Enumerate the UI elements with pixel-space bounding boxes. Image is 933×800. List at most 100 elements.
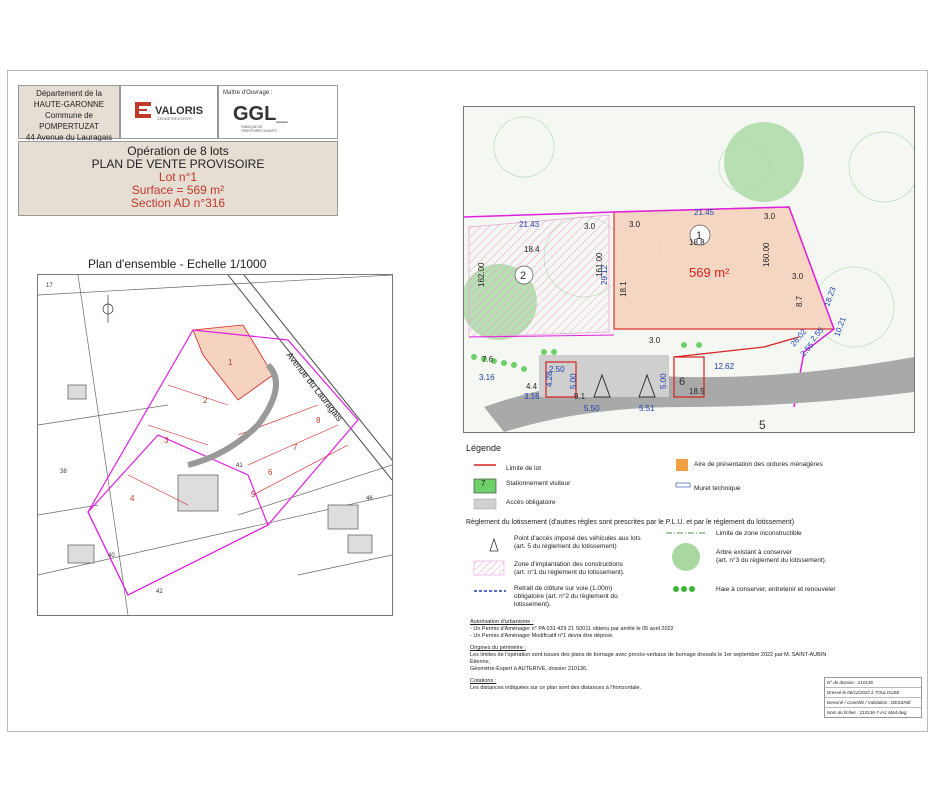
dim-9-1: 9.1 — [574, 392, 586, 401]
dim-10-21: 10.21 — [832, 315, 847, 337]
notes: Autorisation d'urbanisme : - Un Permis d… — [470, 619, 830, 692]
dim-8-7: 8.7 — [795, 295, 804, 307]
reglement-point-acces: Point d'accès imposé des véhicules aux l… — [514, 535, 641, 551]
urb-line-2: - Un Permis d'Aménager Modificatif n°1 d… — [470, 633, 614, 639]
dim-160-00: 160.00 — [762, 242, 771, 267]
point-acces-line-1: Point d'accès imposé des véhicules aux l… — [514, 535, 641, 542]
dim-21-43: 21.43 — [519, 220, 540, 229]
department-line-1: Département de la — [36, 89, 102, 98]
detail-plan: 1 2 5 6 569 m² 21.43 21.45 29.12 18.23 1… — [463, 106, 915, 433]
reglement-haie: Haie à conserver, entretenir et renouvel… — [716, 586, 836, 593]
detail-plan-svg: 1 2 5 6 569 m² 21.43 21.45 29.12 18.23 1… — [464, 116, 914, 432]
ensemble-lot-2: 2 — [203, 396, 208, 405]
reglement-title: Règlement du lotissement (d'autres règle… — [466, 519, 795, 526]
dim-3-16-b: 3.16 — [524, 392, 540, 401]
dim-18-1: 18.1 — [619, 281, 628, 297]
dim-4-28: 4.28 — [545, 371, 554, 387]
dim-3-16-a: 3.16 — [479, 373, 495, 382]
dim-18-23: 18.23 — [822, 285, 837, 307]
parcel-40: 40 — [108, 553, 115, 559]
dim-3-0-b: 3.0 — [629, 220, 641, 229]
retrait-line-3: lotissement). — [514, 601, 551, 608]
plan-sheet: Département de la HAUTE-GARONNE Commune … — [7, 70, 928, 732]
dim-18-8: 18.8 — [689, 238, 705, 247]
cartouche: N° de dossier : 210136 Dressé le 06/12/2… — [824, 677, 922, 718]
dim-5-00-a: 5.00 — [569, 373, 578, 389]
legend-stationnement-num: 7 — [481, 479, 486, 488]
ensemble-lot-6: 6 — [268, 468, 273, 477]
reglement-zone-impl: Zone d'implantation des constructions (a… — [514, 561, 625, 577]
retrait-line-2: obligatoire (art. n°2 du règlement du — [514, 593, 618, 600]
dim-7-6: 7.6 — [482, 355, 494, 364]
cot-title: Cotations : — [470, 678, 497, 684]
retrait-line-1: Retrait de clôture sur voie (1.00m) — [514, 585, 613, 592]
parcel-17: 17 — [46, 283, 53, 289]
plan-lot-2: 2 — [520, 270, 526, 282]
dim-18-5: 18.5 — [689, 387, 705, 396]
plan-lot-6: 6 — [679, 376, 685, 388]
orig-line-2: Géomètre-Expert à AUTERIVE, dossier 2101… — [470, 666, 588, 672]
zone-impl-line-2: (art. n°1 du règlement du lotissement). — [514, 569, 625, 576]
maitre-ouvrage-label: Maître d'Ouvrage : — [223, 90, 273, 96]
ggl-logo-text: GGL_ — [233, 103, 288, 125]
legend-acces: Accès obligatoire — [506, 499, 556, 506]
dim-162-00: 162.00 — [477, 262, 486, 287]
dim-3-0-a: 3.0 — [584, 222, 596, 231]
dim-5-50: 5.50 — [584, 404, 600, 413]
point-acces-line-2: (art. 5 du règlement du lotissement) — [514, 543, 617, 550]
ensemble-lot-5: 5 — [251, 490, 256, 499]
arbre-line-2: (art. n°3 du règlement du lotissement). — [716, 557, 827, 564]
arbre-line-1: Arbre existant à conserver — [716, 549, 792, 556]
urb-line-1: - Un Permis d'Aménager n° PA 031 429 21 … — [470, 626, 674, 632]
legend-ordures: Aire de présentation des ordures ménagèr… — [694, 461, 823, 468]
ensemble-lot-3: 3 — [164, 436, 169, 445]
cot-line-1: Les distances indiquées sur ce plan sont… — [470, 685, 642, 691]
valoris-logo: VALORIS GÉOMÈTRE-EXPERT — [120, 85, 218, 139]
ensemble-map-svg: Avenue du Lauragais 1 2 3 4 5 6 7 8 17 3… — [38, 275, 392, 615]
plan-lot-5: 5 — [759, 418, 766, 432]
dim-18-4: 18.4 — [524, 245, 540, 254]
parking-area — [539, 355, 669, 397]
north-arrow-icon — [102, 295, 114, 323]
legend-limite: Limite de lot — [506, 465, 542, 472]
dim-12-62: 12.62 — [714, 362, 735, 371]
orig-line-1: Les limites de l'opération sont issues d… — [470, 652, 827, 665]
cartouche-line-4: Nom du fichier : 210136-7-IA1 Mod.dwg — [827, 710, 907, 715]
dim-3-0-e: 3.0 — [649, 336, 661, 345]
parcel-38: 38 — [60, 469, 67, 475]
legend-stationnement: Stationnement visiteur — [506, 480, 571, 487]
dim-5-00-b: 5.00 — [659, 373, 668, 389]
dim-21-45: 21.45 — [694, 208, 715, 217]
reglement-retrait: Retrait de clôture sur voie (1.00m) obli… — [514, 585, 618, 609]
ggl-sub-2: TERRITOIRES VIVANTS — [241, 129, 277, 133]
lot-section: Section AD n°316 — [130, 196, 226, 210]
department-box: Département de la HAUTE-GARONNE Commune … — [18, 85, 120, 142]
ensemble-map: Avenue du Lauragais 1 2 3 4 5 6 7 8 17 3… — [37, 274, 393, 616]
dim-3-0-d: 3.0 — [792, 272, 804, 281]
cartouche-line-1: N° de dossier : 210136 — [825, 678, 921, 688]
lot-1-area-label: 569 m² — [689, 265, 730, 280]
legend-title: Légende — [466, 443, 502, 453]
valoris-logo-svg: VALORIS GÉOMÈTRE-EXPERT — [135, 102, 203, 121]
ensemble-lot-1: 1 — [228, 358, 233, 367]
commune-label: Commune de POMPERTUZAT — [39, 111, 99, 131]
ggl-logo-svg: Maître d'Ouvrage : GGL_ FABRIQUE DE TERR… — [223, 90, 288, 133]
dim-5-51: 5.51 — [639, 404, 655, 413]
legend: Légende Limite de lot 7 Stationnement vi… — [466, 443, 906, 608]
urb-title: Autorisation d'urbanisme : — [470, 619, 534, 625]
valoris-logo-text: VALORIS — [155, 105, 203, 117]
parcel-46: 46 — [366, 496, 373, 502]
parcel-42: 42 — [156, 589, 163, 595]
reglement-limite-zone: Limite de zone inconstructible — [716, 530, 802, 537]
parcel-41: 41 — [236, 463, 243, 469]
operation-box: Opération de 8 lots PLAN DE VENTE PROVIS… — [18, 141, 338, 216]
dim-3-0-c: 3.0 — [764, 212, 776, 221]
cartouche-line-2: Dressé le 06/12/2022 à TOULOUSE — [825, 688, 921, 698]
orig-title: Origines du périmètre : — [470, 645, 526, 651]
cartouche-line-3: Dessiné / Contrôlé / Validation : DESSIN… — [825, 698, 921, 708]
dim-2-55-b: 2.55 — [799, 340, 816, 358]
dim-161-00: 161.00 — [595, 252, 604, 277]
zone-impl-line-1: Zone d'implantation des constructions — [514, 561, 623, 568]
ensemble-lot-4: 4 — [130, 494, 135, 503]
ensemble-title: Plan d'ensemble - Echelle 1/1000 — [88, 257, 267, 271]
